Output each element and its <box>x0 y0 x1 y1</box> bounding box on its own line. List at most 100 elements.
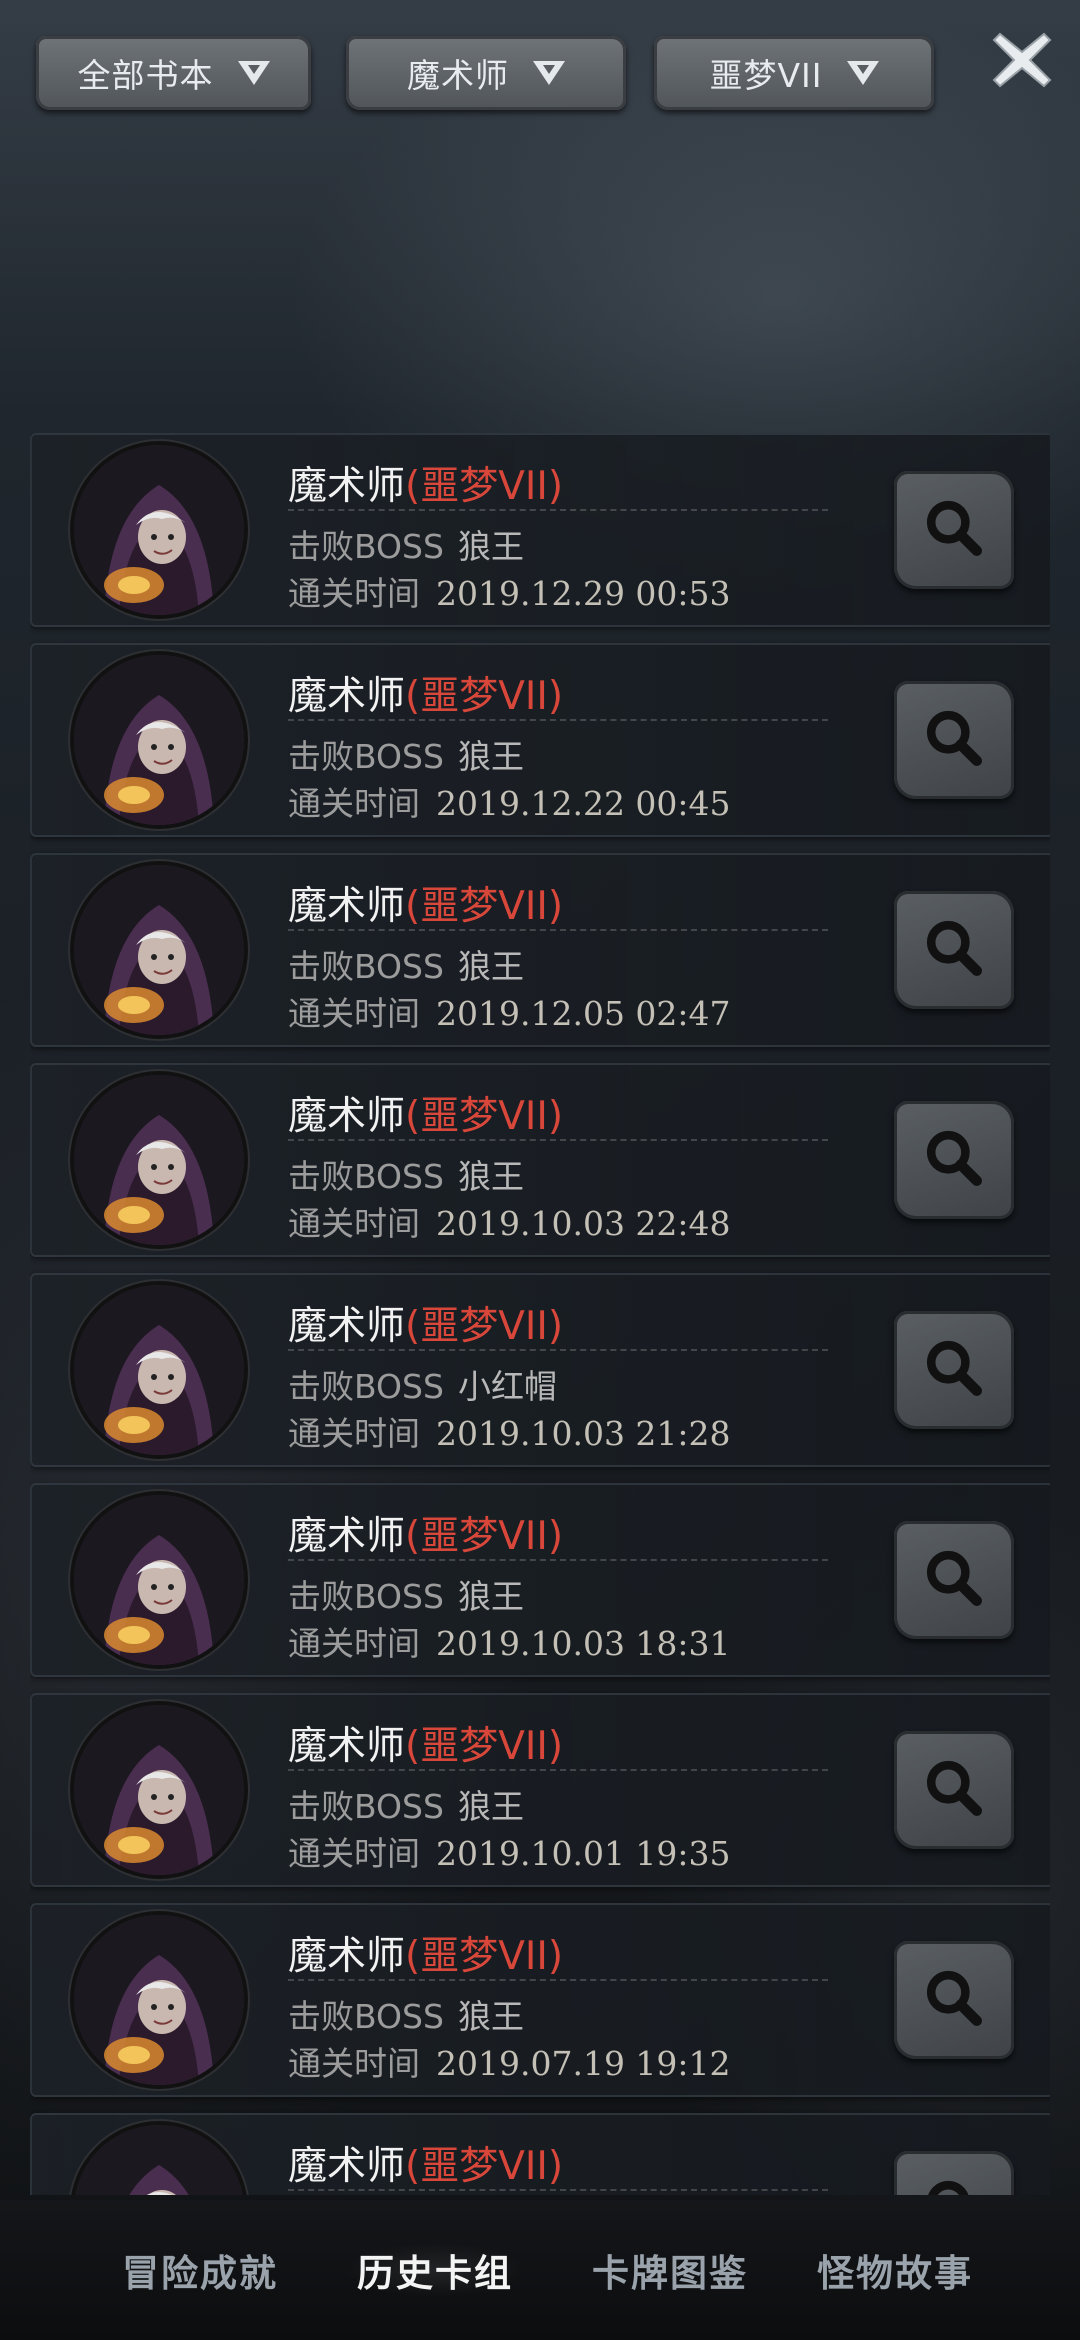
magnifier-icon <box>916 1960 992 2040</box>
boss-name: 狼王 <box>457 947 524 986</box>
view-deck-button[interactable] <box>894 471 1014 589</box>
hero-avatar <box>74 865 244 1035</box>
history-deck-list[interactable]: 魔术师(噩梦VII) 击败BOSS 狼王 通关时间 2019.12.29 00:53 魔… <box>30 433 1050 2195</box>
boss-name: 狼王 <box>457 1577 524 1616</box>
hero-filter-dropdown[interactable]: 魔术师 <box>346 36 626 110</box>
view-deck-button[interactable] <box>894 891 1014 1009</box>
clear-time-label: 通关时间 <box>288 994 420 1033</box>
clear-time-value: 2019.07.19 19:12 <box>436 2044 731 2083</box>
difficulty-label: (噩梦VII) <box>405 1724 564 1769</box>
deck-record-card[interactable]: 魔术师(噩梦VII) 击败BOSS 狼王 通关时间 2019.07.19 19:12 <box>30 1903 1050 2097</box>
magnifier-icon <box>916 1330 992 1410</box>
difficulty-label: (噩梦VII) <box>405 1094 564 1139</box>
book-filter-label: 全部书本 <box>77 56 214 95</box>
deck-record-card[interactable]: 魔术师(噩梦VII) 击败BOSS 狼王 通关时间 2019.12.29 00:53 <box>30 433 1050 627</box>
difficulty-label: (噩梦VII) <box>405 674 564 719</box>
boss-row: 击败BOSS 狼王 <box>288 1780 524 1828</box>
boss-row: 击败BOSS 狼王 <box>288 940 524 988</box>
hero-name: 魔术师 <box>288 1514 406 1559</box>
triangle-down-icon <box>846 61 879 85</box>
divider <box>288 1979 828 1981</box>
clear-time-label: 通关时间 <box>288 574 420 613</box>
divider <box>288 1139 828 1141</box>
clear-time-value: 2019.12.22 00:45 <box>436 784 731 823</box>
view-deck-button[interactable] <box>894 1521 1014 1639</box>
clear-time-value: 2019.12.29 00:53 <box>436 574 731 613</box>
difficulty-label: (噩梦VII) <box>405 1304 564 1349</box>
book-filter-dropdown[interactable]: 全部书本 <box>36 36 311 110</box>
deck-record-card[interactable]: 魔术师(噩梦VII) 击败BOSS 小红帽 通关时间 2019.10.03 21:28 <box>30 1273 1050 1467</box>
deck-record-card[interactable]: 魔术师(噩梦VII) 击败BOSS 狼王 通关时间 2019.12.22 00:45 <box>30 643 1050 837</box>
record-title: 魔术师(噩梦VII) <box>288 1925 563 1981</box>
view-deck-button[interactable] <box>894 681 1014 799</box>
hero-name: 魔术师 <box>288 1094 406 1139</box>
boss-label: 击败BOSS <box>288 1367 444 1406</box>
hero-name: 魔术师 <box>288 884 406 929</box>
clear-time-label: 通关时间 <box>288 1834 420 1873</box>
deck-record-card[interactable]: 魔术师(噩梦VII) <box>30 2113 1050 2195</box>
deck-record-card[interactable]: 魔术师(噩梦VII) 击败BOSS 狼王 通关时间 2019.10.01 19:35 <box>30 1693 1050 1887</box>
clear-time-row: 通关时间 2019.10.03 18:31 <box>288 1617 731 1665</box>
hero-avatar <box>74 1285 244 1455</box>
boss-label: 击败BOSS <box>288 1997 444 2036</box>
clear-time-value: 2019.10.03 18:31 <box>436 1624 731 1663</box>
clear-time-row: 通关时间 2019.12.22 00:45 <box>288 777 731 825</box>
tab-monster-stories[interactable]: 怪物故事 <box>775 2234 1015 2306</box>
hero-avatar <box>74 2125 244 2195</box>
hero-avatar <box>74 1495 244 1665</box>
tab-card-codex[interactable]: 卡牌图鉴 <box>550 2234 790 2306</box>
view-deck-button[interactable] <box>894 2151 1014 2195</box>
divider <box>288 2189 828 2191</box>
clear-time-value: 2019.12.05 02:47 <box>436 994 731 1033</box>
tab-adventure-achievements[interactable]: 冒险成就 <box>80 2234 320 2306</box>
boss-label: 击败BOSS <box>288 1787 444 1826</box>
boss-name: 狼王 <box>457 527 524 566</box>
clear-time-row: 通关时间 2019.12.29 00:53 <box>288 567 731 615</box>
clear-time-value: 2019.10.03 22:48 <box>436 1204 731 1243</box>
clear-time-label: 通关时间 <box>288 2044 420 2083</box>
triangle-down-icon <box>237 61 270 85</box>
deck-record-card[interactable]: 魔术师(噩梦VII) 击败BOSS 狼王 通关时间 2019.10.03 18:31 <box>30 1483 1050 1677</box>
close-button[interactable] <box>988 26 1056 94</box>
boss-row: 击败BOSS 狼王 <box>288 1150 524 1198</box>
divider <box>288 509 828 511</box>
view-deck-button[interactable] <box>894 1101 1014 1219</box>
boss-name: 狼王 <box>457 737 524 776</box>
hero-name: 魔术师 <box>288 2144 406 2189</box>
difficulty-label: (噩梦VII) <box>405 1934 564 1979</box>
difficulty-label: (噩梦VII) <box>405 884 564 929</box>
record-title: 魔术师(噩梦VII) <box>288 1505 563 1561</box>
difficulty-label: (噩梦VII) <box>405 464 564 509</box>
magnifier-icon <box>916 490 992 570</box>
boss-label: 击败BOSS <box>288 947 444 986</box>
boss-name: 狼王 <box>457 1157 524 1196</box>
tab-history-decks[interactable]: 历史卡组 <box>315 2234 555 2306</box>
clear-time-label: 通关时间 <box>288 1414 420 1453</box>
magnifier-icon <box>916 700 992 780</box>
view-deck-button[interactable] <box>894 1311 1014 1429</box>
record-title: 魔术师(噩梦VII) <box>288 665 563 721</box>
difficulty-label: (噩梦VII) <box>405 1514 564 1559</box>
difficulty-filter-dropdown[interactable]: 噩梦VII <box>654 36 934 110</box>
boss-row: 击败BOSS 小红帽 <box>288 1360 557 1408</box>
magnifier-icon <box>916 2170 992 2195</box>
boss-row: 击败BOSS 狼王 <box>288 1570 524 1618</box>
clear-time-row: 通关时间 2019.07.19 19:12 <box>288 2037 731 2085</box>
difficulty-label: (噩梦VII) <box>405 2144 564 2189</box>
clear-time-row: 通关时间 2019.10.03 22:48 <box>288 1197 731 1245</box>
difficulty-filter-label: 噩梦VII <box>709 56 823 95</box>
clear-time-label: 通关时间 <box>288 784 420 823</box>
clear-time-label: 通关时间 <box>288 1204 420 1243</box>
deck-record-card[interactable]: 魔术师(噩梦VII) 击败BOSS 狼王通关时间 2019.10.03 22:48 <box>30 1063 1050 1257</box>
hero-avatar <box>74 1075 244 1245</box>
record-title: 魔术师(噩梦VII) <box>288 1085 563 1141</box>
clear-time-value: 2019.10.01 19:35 <box>436 1834 731 1873</box>
deck-record-card[interactable]: 魔术师(噩梦VII) 击败BOSS 狼王 通关时间 2019.12.05 02:47 <box>30 853 1050 1047</box>
boss-name: 狼王 <box>457 1787 524 1826</box>
boss-label: 击败BOSS <box>288 1577 444 1616</box>
boss-row: 击败BOSS 狼王 <box>288 520 524 568</box>
view-deck-button[interactable] <box>894 1941 1014 2059</box>
view-deck-button[interactable] <box>894 1731 1014 1849</box>
hero-avatar <box>74 1915 244 2085</box>
magnifier-icon <box>916 1750 992 1830</box>
